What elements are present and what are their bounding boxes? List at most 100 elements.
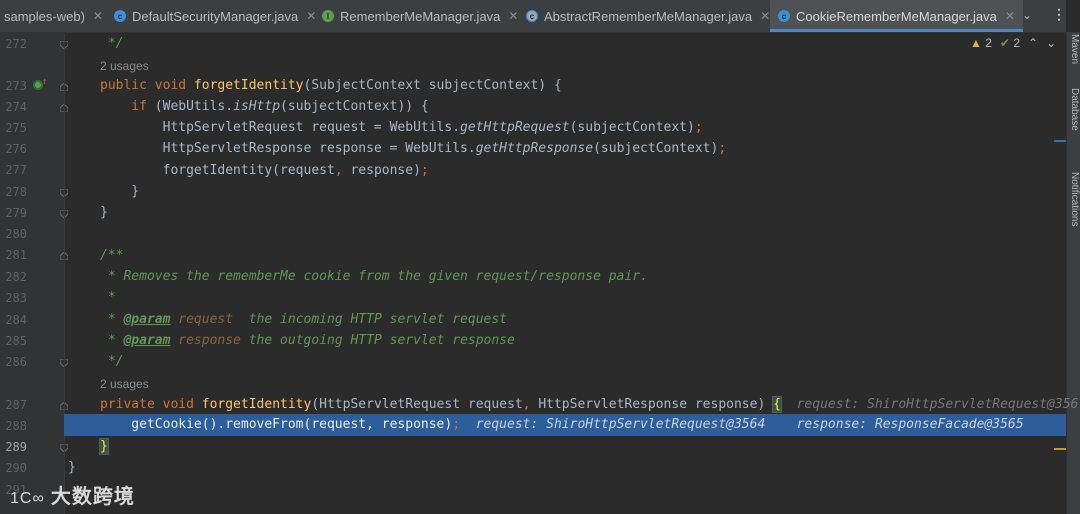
javadoc-tag: @param xyxy=(123,333,171,348)
comma: , xyxy=(366,417,382,432)
keyword: public void xyxy=(100,78,194,93)
code-text: } xyxy=(100,205,108,220)
tab-label: DefaultSecurityManager.java xyxy=(132,8,299,24)
code-line-279[interactable]: } xyxy=(100,203,108,223)
close-icon[interactable]: ✕ xyxy=(508,9,518,23)
code-text: (subjectContext)) { xyxy=(280,99,429,114)
line-number-gutter[interactable]: 272 273 274 275 276 277 278 279 280 281 … xyxy=(0,33,68,514)
close-icon[interactable]: ✕ xyxy=(1005,9,1015,23)
line-number: 288 xyxy=(5,419,27,433)
semicolon: ; xyxy=(420,163,429,178)
semicolon: ; xyxy=(694,120,703,135)
semicolon: ; xyxy=(452,417,461,432)
code-text: (WebUtils. xyxy=(154,99,234,114)
more-options-icon[interactable]: ⋮ xyxy=(1052,6,1066,23)
line-number: 280 xyxy=(5,227,27,241)
chevron-up-icon[interactable]: ⌃ xyxy=(1028,36,1038,50)
watermark-logo: 1C∞ xyxy=(10,490,45,507)
warning-count-value: 2 xyxy=(985,36,992,50)
code-line-282[interactable]: * Removes the rememberMe cookie from the… xyxy=(100,267,648,287)
doc-comment: * xyxy=(100,312,124,327)
tab-label: AbstractRememberMeManager.java xyxy=(544,8,753,24)
code-line-278[interactable]: } xyxy=(100,182,139,202)
line-number: 284 xyxy=(5,313,27,327)
usages-hint[interactable]: 2 usages xyxy=(100,374,149,394)
code-line-286[interactable]: */ xyxy=(100,352,124,372)
tab-label: CookieRememberMeManager.java xyxy=(796,8,997,24)
code-line-272[interactable]: */ xyxy=(100,34,124,54)
code-line-287[interactable]: private void forgetIdentity(HttpServletR… xyxy=(100,395,1078,415)
implements-arrow-icon[interactable]: ↑ xyxy=(42,77,47,87)
line-number-current: 289 xyxy=(5,440,27,454)
doc-comment: the outgoing HTTP servlet response xyxy=(240,333,515,348)
code-text: HttpServletRequest request = WebUtils. xyxy=(100,120,461,135)
keyword: private void xyxy=(100,397,202,412)
code-text: getCookie().removeFrom(request xyxy=(100,417,367,432)
code-text: (subjectContext) xyxy=(593,141,719,156)
code-line-284[interactable]: * @param request the incoming HTTP servl… xyxy=(100,310,507,330)
javadoc-tag: @param xyxy=(123,312,171,327)
doc-comment: * Removes the rememberMe cookie from the… xyxy=(100,269,648,284)
static-method: isHttp xyxy=(233,99,281,114)
javadoc-param-name: request xyxy=(170,312,234,327)
tab-samples-web[interactable]: samples-web) ✕ xyxy=(4,0,103,32)
close-icon[interactable]: ✕ xyxy=(93,9,103,23)
code-text: } xyxy=(68,460,76,475)
close-icon[interactable]: ✕ xyxy=(306,9,316,23)
code-text: HttpServletResponse response = WebUtils. xyxy=(100,141,476,156)
line-number: 290 xyxy=(5,461,27,475)
class-icon: c xyxy=(778,10,790,22)
debug-inline-value: request: ShiroHttpServletRequest@3564 xyxy=(460,417,766,432)
line-number: 286 xyxy=(5,355,27,369)
weak-warning-count[interactable]: ✔ 2 xyxy=(1000,36,1020,50)
method-name: forgetIdentity xyxy=(193,78,304,93)
tool-window-database[interactable]: Database xyxy=(1069,88,1080,131)
code-line-277[interactable]: forgetIdentity(request, response); xyxy=(100,161,429,181)
tab-abstract-remember-me-manager[interactable]: c AbstractRememberMeManager.java ✕ xyxy=(526,0,770,32)
doc-comment: */ xyxy=(100,36,124,51)
scrollbar-marker[interactable] xyxy=(1054,140,1066,142)
tab-remember-me-manager[interactable]: I RememberMeManager.java ✕ xyxy=(322,0,518,32)
doc-comment: */ xyxy=(100,354,124,369)
doc-comment: * xyxy=(100,290,116,305)
code-line-273[interactable]: public void forgetIdentity(SubjectContex… xyxy=(100,76,562,96)
code-line-288[interactable]: getCookie().removeFrom(request, response… xyxy=(100,415,1023,435)
code-line-276[interactable]: HttpServletResponse response = WebUtils.… xyxy=(100,139,727,159)
tool-window-notifications[interactable]: Notifications xyxy=(1069,172,1080,226)
editor-tab-bar: samples-web) ✕ c DefaultSecurityManager.… xyxy=(0,0,1066,33)
inspection-widget[interactable]: ▲ 2 ✔ 2 ⌃ ⌄ xyxy=(970,36,1056,50)
tab-label: RememberMeManager.java xyxy=(340,8,501,24)
chevron-down-icon[interactable]: ⌄ xyxy=(1022,8,1032,22)
close-icon[interactable]: ✕ xyxy=(760,9,770,23)
warning-count[interactable]: ▲ 2 xyxy=(970,36,992,50)
code-line-281[interactable]: /** xyxy=(100,246,123,266)
code-line-285[interactable]: * @param response the outgoing HTTP serv… xyxy=(100,331,515,351)
code-line-290[interactable]: } xyxy=(68,458,76,478)
code-line-289[interactable]: } xyxy=(99,437,109,457)
gutter-separator xyxy=(64,33,65,514)
line-number: 285 xyxy=(5,334,27,348)
static-method: getHttpRequest xyxy=(460,120,570,135)
tab-default-security-manager[interactable]: c DefaultSecurityManager.java ✕ xyxy=(114,0,316,32)
code-line-274[interactable]: if (WebUtils.isHttp(subjectContext)) { xyxy=(100,97,429,117)
watermark-text: 大数跨境 xyxy=(50,486,135,508)
code-text: response) xyxy=(350,163,421,178)
code-text: (SubjectContext subjectContext) { xyxy=(303,78,562,93)
matched-brace: } xyxy=(99,438,109,455)
tab-cookie-remember-me-manager[interactable]: c CookieRememberMeManager.java ✕ xyxy=(770,0,1023,32)
method-name: forgetIdentity xyxy=(201,397,312,412)
code-line-275[interactable]: HttpServletRequest request = WebUtils.ge… xyxy=(100,118,703,138)
chevron-down-icon[interactable]: ⌄ xyxy=(1046,36,1056,50)
tool-window-maven[interactable]: Maven xyxy=(1069,34,1080,64)
scrollbar-marker[interactable] xyxy=(1054,448,1066,450)
code-text: (subjectContext) xyxy=(569,120,695,135)
watermark: 1C∞ 大数跨境 xyxy=(10,480,135,509)
line-number: 287 xyxy=(5,398,27,412)
line-number: 279 xyxy=(5,206,27,220)
code-line-283[interactable]: * xyxy=(100,288,116,308)
text-caret xyxy=(107,439,109,454)
line-number: 283 xyxy=(5,291,27,305)
doc-comment: /** xyxy=(100,248,124,263)
comma: , xyxy=(522,397,539,412)
usages-hint[interactable]: 2 usages xyxy=(100,56,149,76)
